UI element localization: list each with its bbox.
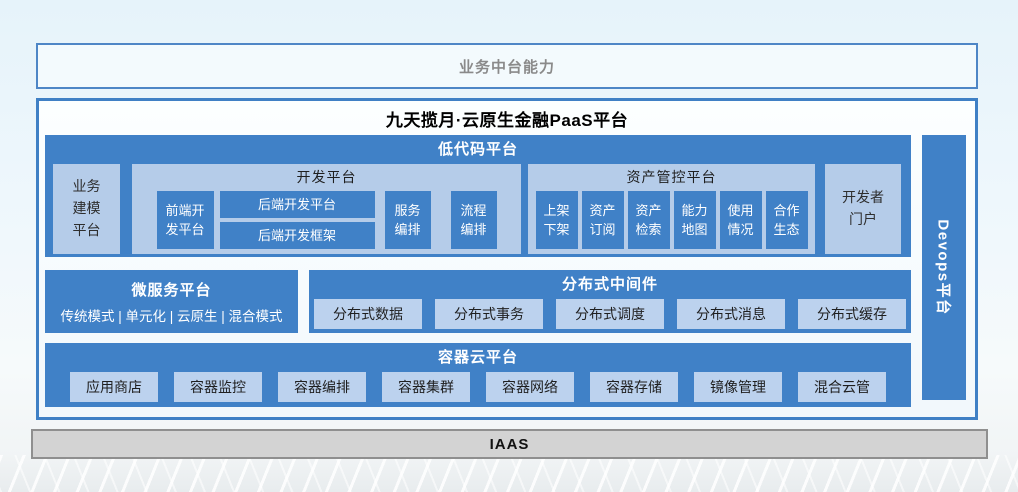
business-capability-label: 业务中台能力	[459, 56, 555, 77]
container-item-orchestration: 容器编排	[278, 372, 366, 402]
middleware-title: 分布式中间件	[309, 270, 911, 294]
container-item-storage: 容器存储	[590, 372, 678, 402]
frontend-dev-box: 前端开发平台	[157, 191, 214, 249]
backend-dev-stack: 后端开发平台 后端开发框架	[220, 191, 375, 249]
middleware-section: 分布式中间件 分布式数据 分布式事务 分布式调度 分布式消息 分布式缓存	[309, 270, 911, 333]
microservice-title: 微服务平台	[131, 279, 211, 300]
iaas-label: IAAS	[490, 436, 530, 453]
lowcode-section: 低代码平台 业务建模平台 开发平台 前端开发平台 后端开发平台 后端开发框架 服…	[45, 135, 911, 257]
middleware-item-message: 分布式消息	[677, 299, 785, 329]
container-item-image-mgmt: 镜像管理	[694, 372, 782, 402]
backend-dev-framework-box: 后端开发框架	[220, 222, 375, 249]
asset-item-subscription: 资产订阅	[582, 191, 624, 249]
platform-title: 九天揽月·云原生金融PaaS平台	[39, 101, 975, 131]
process-orchestration-box: 流程编排	[451, 191, 497, 249]
microservice-modes: 传统模式 | 单元化 | 云原生 | 混合模式	[60, 305, 282, 325]
middleware-item-data: 分布式数据	[314, 299, 422, 329]
container-item-hybrid-cloud: 混合云管	[798, 372, 886, 402]
lowcode-row: 业务建模平台 开发平台 前端开发平台 后端开发平台 后端开发框架 服务编排 流程…	[45, 164, 911, 254]
service-orchestration-box: 服务编排	[385, 191, 431, 249]
business-capability-box: 业务中台能力	[36, 43, 978, 89]
developer-portal-box: 开发者门户	[825, 164, 901, 254]
container-cloud-title: 容器云平台	[45, 343, 911, 367]
lowcode-title: 低代码平台	[45, 135, 911, 159]
page-background: 业务中台能力 九天揽月·云原生金融PaaS平台 低代码平台 业务建模平台 开发平…	[0, 0, 1018, 492]
iaas-bar: IAAS	[31, 429, 988, 459]
container-item-cluster: 容器集群	[382, 372, 470, 402]
backend-dev-platform-box: 后端开发平台	[220, 191, 375, 218]
asset-platform-title: 资产管控平台	[528, 164, 815, 187]
microservice-section: 微服务平台 传统模式 | 单元化 | 云原生 | 混合模式	[45, 270, 298, 333]
container-item-network: 容器网络	[486, 372, 574, 402]
asset-platform-panel: 资产管控平台 上架下架 资产订阅 资产检索 能力地图 使用情况 合作生态	[528, 164, 815, 254]
dev-platform-row: 前端开发平台 后端开发平台 后端开发框架 服务编排 流程编排	[132, 191, 521, 249]
asset-item-search: 资产检索	[628, 191, 670, 249]
dev-platform-panel: 开发平台 前端开发平台 后端开发平台 后端开发框架 服务编排 流程编排	[132, 164, 521, 254]
container-item-app-store: 应用商店	[70, 372, 158, 402]
container-cloud-section: 容器云平台 应用商店 容器监控 容器编排 容器集群 容器网络 容器存储 镜像管理…	[45, 343, 911, 407]
business-modeling-box: 业务建模平台	[53, 164, 120, 254]
asset-item-usage: 使用情况	[720, 191, 762, 249]
background-texture	[0, 455, 1018, 492]
asset-item-onoff-shelf: 上架下架	[536, 191, 578, 249]
dev-platform-title: 开发平台	[132, 164, 521, 187]
main-platform-box: 九天揽月·云原生金融PaaS平台 低代码平台 业务建模平台 开发平台 前端开发平…	[36, 98, 978, 420]
middleware-row: 分布式数据 分布式事务 分布式调度 分布式消息 分布式缓存	[309, 299, 911, 329]
container-item-monitoring: 容器监控	[174, 372, 262, 402]
asset-item-capability-map: 能力地图	[674, 191, 716, 249]
devops-label: Devops平台	[934, 219, 955, 315]
asset-item-ecosystem: 合作生态	[766, 191, 808, 249]
middleware-item-transaction: 分布式事务	[435, 299, 543, 329]
middleware-item-cache: 分布式缓存	[798, 299, 906, 329]
asset-platform-row: 上架下架 资产订阅 资产检索 能力地图 使用情况 合作生态	[528, 191, 815, 249]
middleware-item-scheduling: 分布式调度	[556, 299, 664, 329]
devops-sidebar: Devops平台	[922, 135, 966, 400]
container-cloud-row: 应用商店 容器监控 容器编排 容器集群 容器网络 容器存储 镜像管理 混合云管	[45, 372, 911, 402]
